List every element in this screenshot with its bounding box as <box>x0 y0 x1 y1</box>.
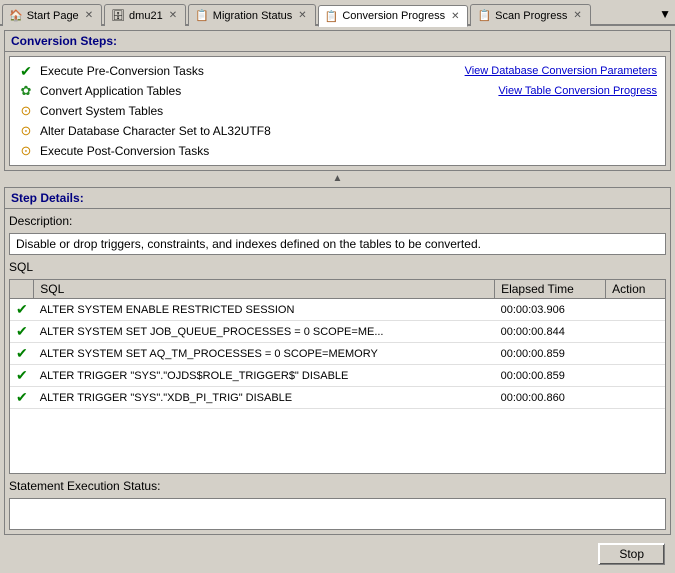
tab-bar: 🏠 Start Page ✕ 🗄 dmu21 ✕ 📋 Migration Sta… <box>0 0 675 26</box>
row-sql: ALTER TRIGGER "SYS"."XDB_PI_TRIG" DISABL… <box>34 387 495 409</box>
row-check-icon: ✔ <box>16 301 28 317</box>
row-check-icon: ✔ <box>16 367 28 383</box>
row-action <box>606 387 665 409</box>
step-item-4: ⊙ Alter Database Character Set to AL32UT… <box>10 121 665 141</box>
tab-start-page-label: Start Page <box>27 10 79 22</box>
tab-conversion-progress[interactable]: 📋 Conversion Progress ✕ <box>318 5 469 27</box>
step3-label: Convert System Tables <box>40 104 657 118</box>
step3-warn-icon: ⊙ <box>18 103 34 119</box>
step2-link[interactable]: View Table Conversion Progress <box>498 85 657 97</box>
row-status-icon: ✔ <box>10 365 34 387</box>
tab-conversion-progress-close[interactable]: ✕ <box>449 10 461 23</box>
sql-table: SQL Elapsed Time Action ✔ ALTER SYSTEM EN… <box>10 280 665 409</box>
sql-table-row: ✔ ALTER SYSTEM ENABLE RESTRICTED SESSION0… <box>10 299 665 321</box>
tab-scan-progress[interactable]: 📋 Scan Progress ✕ <box>470 4 590 26</box>
tab-dmu21-label: dmu21 <box>129 10 163 22</box>
step4-label: Alter Database Character Set to AL32UTF8 <box>40 124 657 138</box>
step-item-2: ✿ Convert Application Tables View Table … <box>10 81 665 101</box>
conversion-steps-header: Conversion Steps: <box>5 31 670 52</box>
sql-table-row: ✔ ALTER TRIGGER "SYS"."XDB_PI_TRIG" DISAB… <box>10 387 665 409</box>
row-elapsed: 00:00:00.859 <box>495 343 606 365</box>
row-status-icon: ✔ <box>10 321 34 343</box>
tab-scan-progress-close[interactable]: ✕ <box>571 9 583 22</box>
row-status-icon: ✔ <box>10 387 34 409</box>
step1-link[interactable]: View Database Conversion Parameters <box>465 65 657 77</box>
conversion-steps-title: Conversion Steps: <box>11 34 117 48</box>
row-action <box>606 343 665 365</box>
step-details-panel: Step Details: Description: Disable or dr… <box>4 187 671 535</box>
row-elapsed: 00:00:03.906 <box>495 299 606 321</box>
sql-table-row: ✔ ALTER SYSTEM SET AQ_TM_PROCESSES = 0 SC… <box>10 343 665 365</box>
steps-list[interactable]: ✔ Execute Pre-Conversion Tasks View Data… <box>10 57 665 165</box>
row-action <box>606 365 665 387</box>
divider-arrow: ▲ <box>4 175 671 183</box>
sql-table-row: ✔ ALTER SYSTEM SET JOB_QUEUE_PROCESSES = … <box>10 321 665 343</box>
col-status <box>10 280 34 299</box>
step-item-3: ⊙ Convert System Tables <box>10 101 665 121</box>
step5-label: Execute Post-Conversion Tasks <box>40 144 657 158</box>
tab-migration-status-close[interactable]: ✕ <box>296 9 308 22</box>
row-elapsed: 00:00:00.859 <box>495 365 606 387</box>
step1-label: Execute Pre-Conversion Tasks <box>40 64 459 78</box>
step-item-5: ⊙ Execute Post-Conversion Tasks <box>10 141 665 161</box>
sql-table-wrapper[interactable]: SQL Elapsed Time Action ✔ ALTER SYSTEM EN… <box>9 279 666 474</box>
row-action <box>606 299 665 321</box>
main-content: Conversion Steps: ✔ Execute Pre-Conversi… <box>0 26 675 573</box>
row-sql: ALTER SYSTEM SET AQ_TM_PROCESSES = 0 SCO… <box>34 343 495 365</box>
start-page-icon: 🏠 <box>9 9 23 22</box>
tab-start-page[interactable]: 🏠 Start Page ✕ <box>2 4 102 26</box>
step2-spinner-icon: ✿ <box>18 83 34 99</box>
description-field: Disable or drop triggers, constraints, a… <box>9 233 666 255</box>
tab-dmu21[interactable]: 🗄 dmu21 ✕ <box>104 4 186 26</box>
tab-migration-status-label: Migration Status <box>213 10 292 22</box>
sql-table-row: ✔ ALTER TRIGGER "SYS"."OJDS$ROLE_TRIGGER$… <box>10 365 665 387</box>
conversion-steps-content: ✔ Execute Pre-Conversion Tasks View Data… <box>9 56 666 166</box>
row-status-icon: ✔ <box>10 343 34 365</box>
sql-table-header-row: SQL Elapsed Time Action <box>10 280 665 299</box>
row-check-icon: ✔ <box>16 389 28 405</box>
tab-migration-status[interactable]: 📋 Migration Status ✕ <box>188 4 316 26</box>
row-check-icon: ✔ <box>16 345 28 361</box>
col-elapsed: Elapsed Time <box>495 280 606 299</box>
step4-warn-icon: ⊙ <box>18 123 34 139</box>
step-details-title: Step Details: <box>11 191 84 205</box>
step-details-header: Step Details: <box>5 188 670 209</box>
col-sql: SQL <box>34 280 495 299</box>
row-elapsed: 00:00:00.860 <box>495 387 606 409</box>
col-action: Action <box>606 280 665 299</box>
row-status-icon: ✔ <box>10 299 34 321</box>
description-label: Description: <box>9 213 666 229</box>
row-check-icon: ✔ <box>16 323 28 339</box>
step5-warn-icon: ⊙ <box>18 143 34 159</box>
row-elapsed: 00:00:00.844 <box>495 321 606 343</box>
sql-label: SQL <box>9 259 666 275</box>
step-item-1: ✔ Execute Pre-Conversion Tasks View Data… <box>10 61 665 81</box>
conversion-steps-panel: Conversion Steps: ✔ Execute Pre-Conversi… <box>4 30 671 171</box>
row-sql: ALTER SYSTEM SET JOB_QUEUE_PROCESSES = 0… <box>34 321 495 343</box>
bottom-bar: Stop <box>4 539 671 569</box>
conversion-progress-icon: 📋 <box>325 10 339 23</box>
stmt-exec-field <box>9 498 666 530</box>
tab-conversion-progress-label: Conversion Progress <box>342 10 445 22</box>
row-sql: ALTER TRIGGER "SYS"."OJDS$ROLE_TRIGGER$"… <box>34 365 495 387</box>
migration-status-icon: 📋 <box>195 9 209 22</box>
row-action <box>606 321 665 343</box>
tab-overflow-button[interactable]: ▼ <box>655 4 675 24</box>
dmu21-icon: 🗄 <box>111 9 125 22</box>
tab-start-page-close[interactable]: ✕ <box>83 9 95 22</box>
tab-dmu21-close[interactable]: ✕ <box>167 9 179 22</box>
stmt-exec-label: Statement Execution Status: <box>9 478 666 494</box>
row-sql: ALTER SYSTEM ENABLE RESTRICTED SESSION <box>34 299 495 321</box>
step-details-inner: Description: Disable or drop triggers, c… <box>5 209 670 534</box>
step2-label: Convert Application Tables <box>40 84 492 98</box>
scan-progress-icon: 📋 <box>477 9 491 22</box>
step1-check-icon: ✔ <box>18 63 34 79</box>
stop-button[interactable]: Stop <box>598 543 665 565</box>
tab-scan-progress-label: Scan Progress <box>495 10 567 22</box>
